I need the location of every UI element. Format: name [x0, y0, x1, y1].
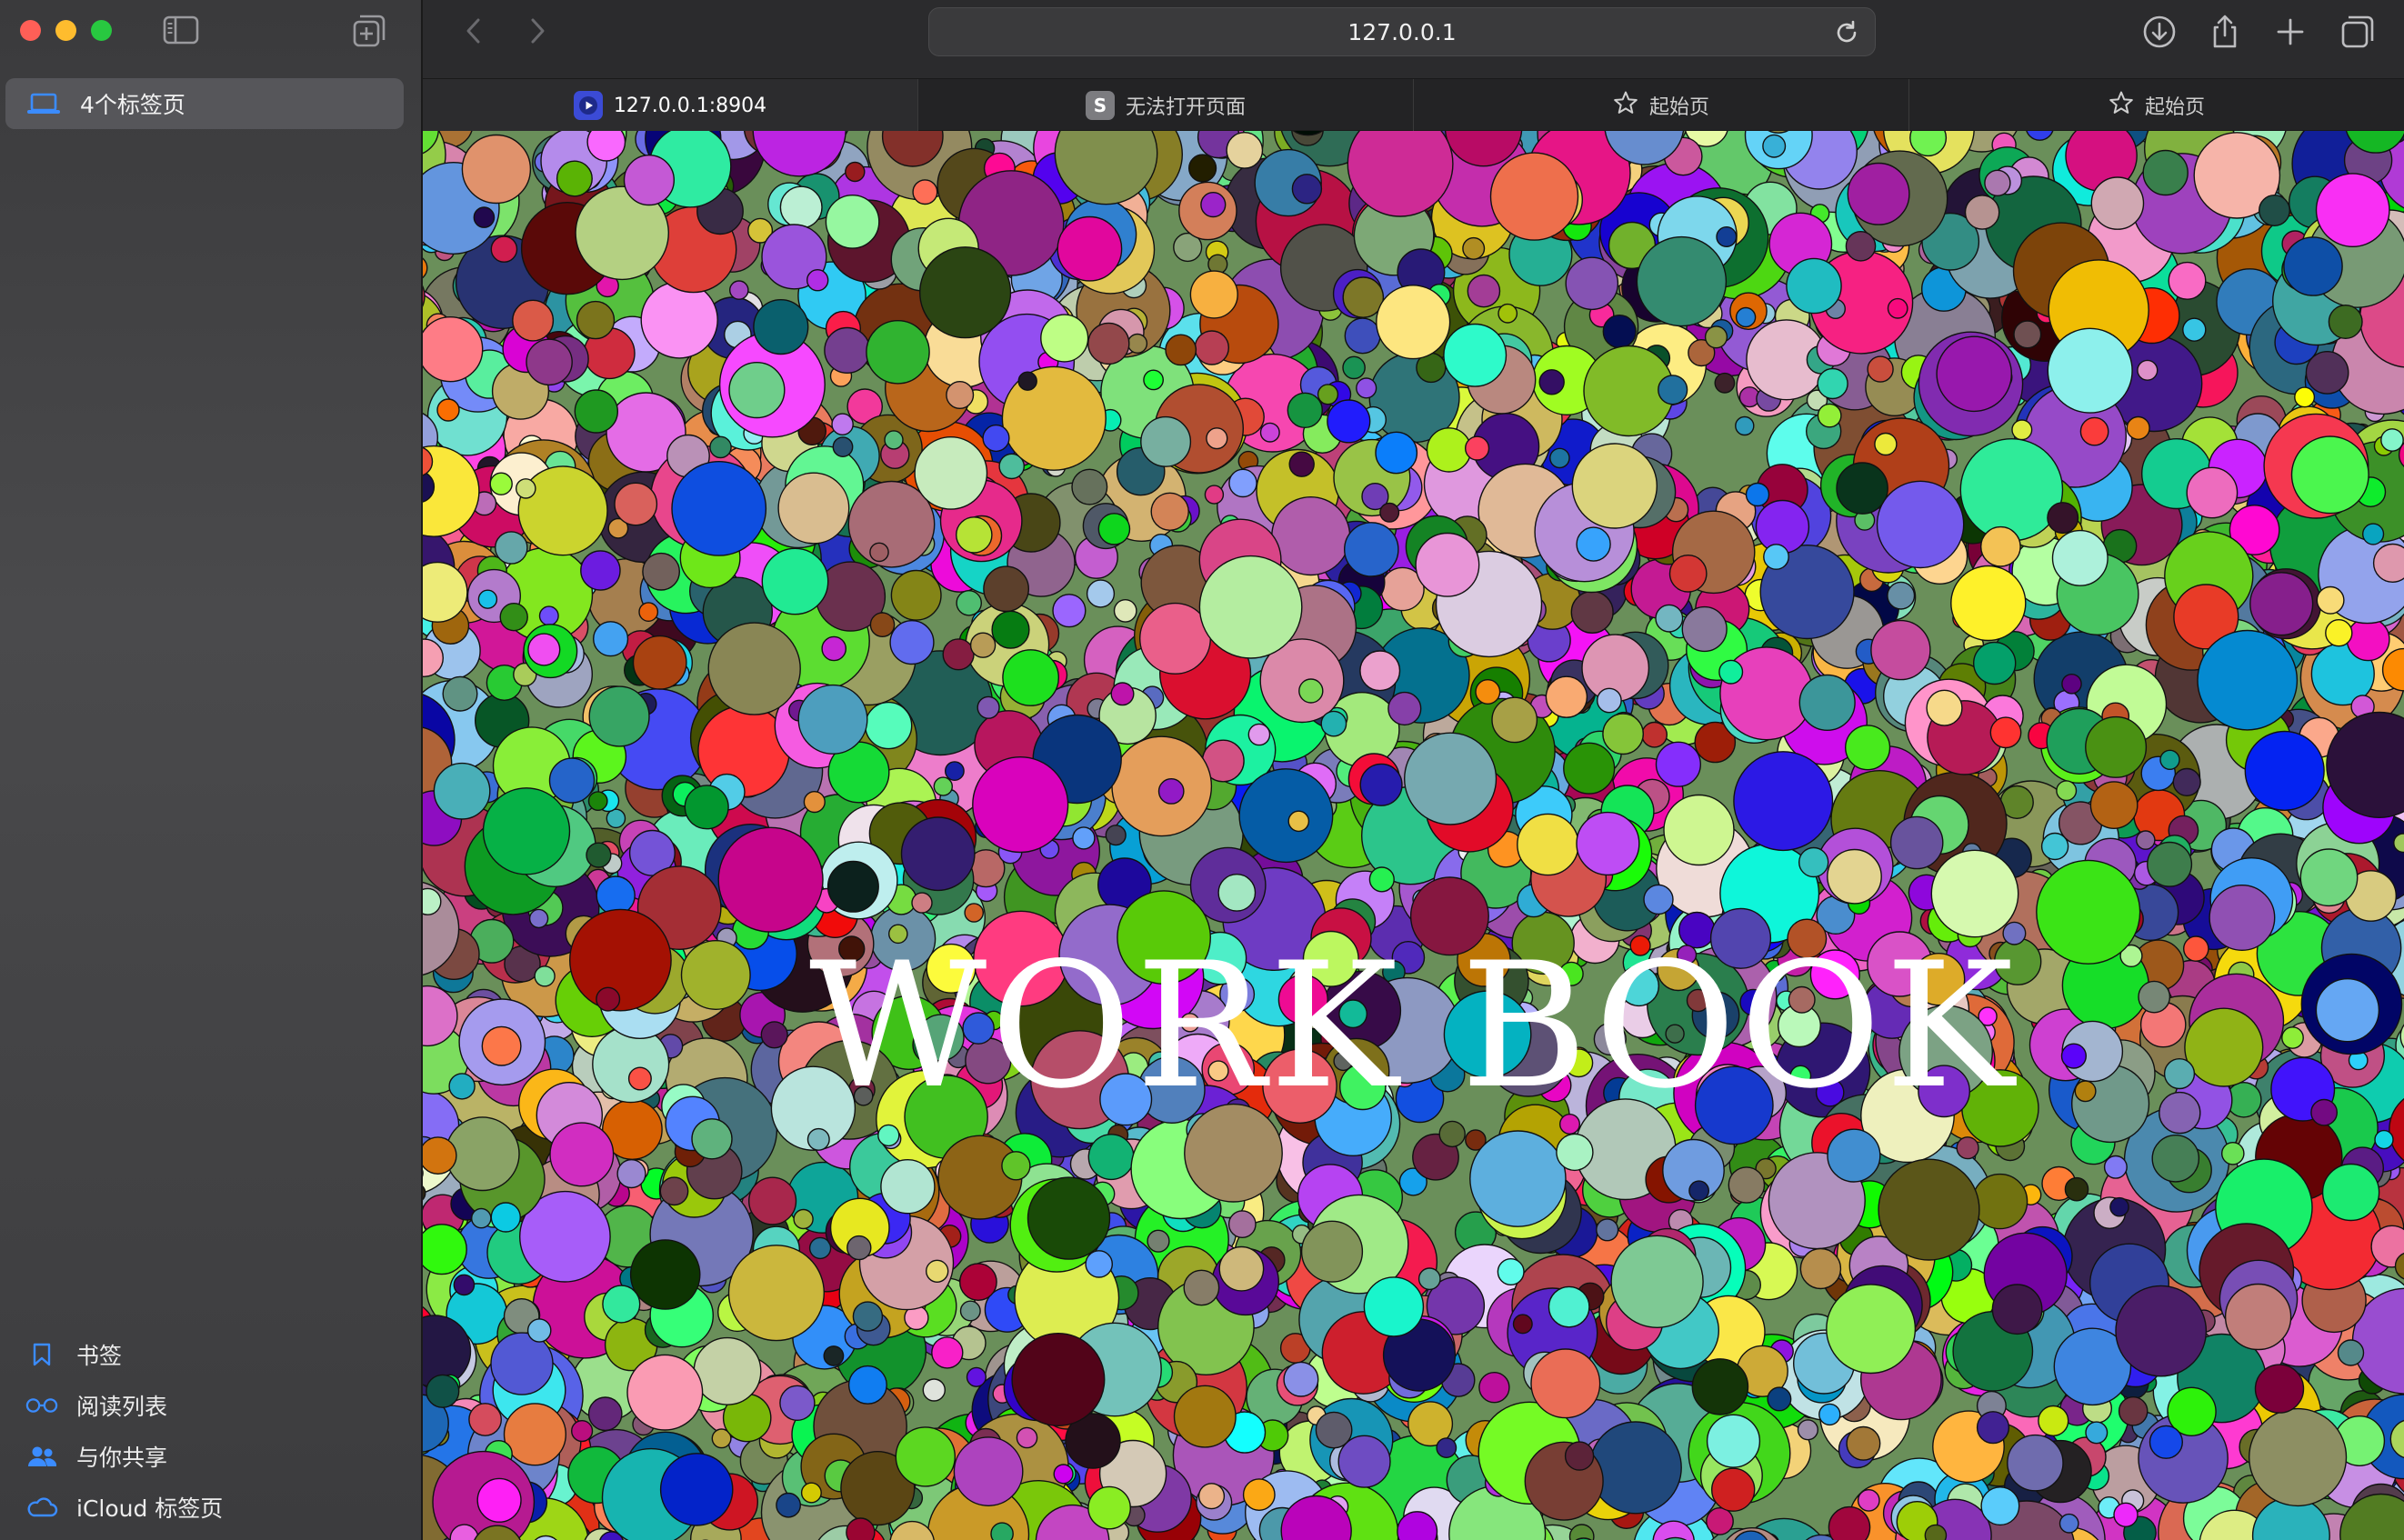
play-icon — [573, 91, 603, 120]
minimize-window-button[interactable] — [55, 20, 76, 41]
circle-artwork — [423, 131, 2404, 1540]
download-icon[interactable] — [2139, 12, 2179, 52]
tab-bar: 127.0.0.1:8904 S 无法打开页面 起始页 起始页 — [423, 78, 2404, 132]
new-tab-group-icon[interactable] — [351, 13, 387, 49]
traffic-lights — [20, 20, 112, 41]
zoom-window-button[interactable] — [91, 20, 112, 41]
web-content[interactable]: WORK BOOK — [423, 131, 2404, 1540]
close-window-button[interactable] — [20, 20, 41, 41]
sidebar-item-bookmarks[interactable]: 书签 — [0, 1329, 423, 1380]
new-tab-icon[interactable] — [2270, 12, 2310, 52]
tab-overview-icon[interactable] — [2338, 12, 2378, 52]
tab-cannot-open-page[interactable]: S 无法打开页面 — [918, 79, 1414, 132]
tab-label: 起始页 — [2144, 96, 2205, 119]
sidebar-item-tab-group[interactable]: 4个标签页 — [5, 78, 404, 129]
laptop-icon — [25, 90, 62, 117]
star-icon — [1613, 90, 1638, 121]
page-title: WORK BOOK — [808, 925, 2018, 1126]
share-icon[interactable] — [2205, 12, 2245, 52]
address-text: 127.0.0.1 — [1347, 18, 1457, 45]
sidebar-item-label: iCloud 标签页 — [76, 1495, 224, 1522]
sidebar-bottom-links: 书签 阅读列表 与你共享 iCloud 标签页 — [0, 1329, 423, 1540]
browser-toolbar: 127.0.0.1 — [423, 0, 2404, 78]
sidebar-item-icloud-tabs[interactable]: iCloud 标签页 — [0, 1482, 423, 1533]
browser-window: 4个标签页 书签 阅读列表 与你共享 iCloud 标签页 127.0.0.1 … — [0, 0, 2404, 1540]
reload-icon[interactable] — [1833, 19, 1860, 46]
tab-127-0-0-1-8904[interactable]: 127.0.0.1:8904 — [423, 79, 918, 132]
tab-group-label: 4个标签页 — [80, 92, 185, 118]
sidebar-icon[interactable] — [162, 15, 200, 45]
tab-start-page-2[interactable]: 起始页 — [1909, 79, 2404, 132]
sidebar-item-label: 阅读列表 — [76, 1394, 168, 1420]
sidebar-item-label: 书签 — [76, 1343, 123, 1369]
sidebar-item-shared-with-you[interactable]: 与你共享 — [0, 1431, 423, 1482]
sidebar-item-reading-list[interactable]: 阅读列表 — [0, 1380, 423, 1431]
sidebar-item-label: 与你共享 — [76, 1445, 168, 1471]
forward-icon[interactable] — [519, 13, 556, 49]
cloud-icon — [25, 1494, 58, 1521]
bookmark-icon — [25, 1341, 58, 1368]
glasses-icon — [25, 1392, 58, 1419]
back-icon[interactable] — [456, 13, 492, 49]
star-icon — [2109, 90, 2134, 121]
people-icon — [25, 1443, 58, 1470]
tab-label: 起始页 — [1648, 96, 1709, 119]
tab-label: 127.0.0.1:8904 — [613, 94, 767, 117]
favicon-s: S — [1085, 91, 1115, 120]
tab-label: 无法打开页面 — [1125, 96, 1246, 119]
tab-start-page[interactable]: 起始页 — [1414, 79, 1909, 132]
sidebar: 4个标签页 书签 阅读列表 与你共享 iCloud 标签页 — [0, 0, 423, 1540]
address-bar[interactable]: 127.0.0.1 — [928, 7, 1876, 56]
